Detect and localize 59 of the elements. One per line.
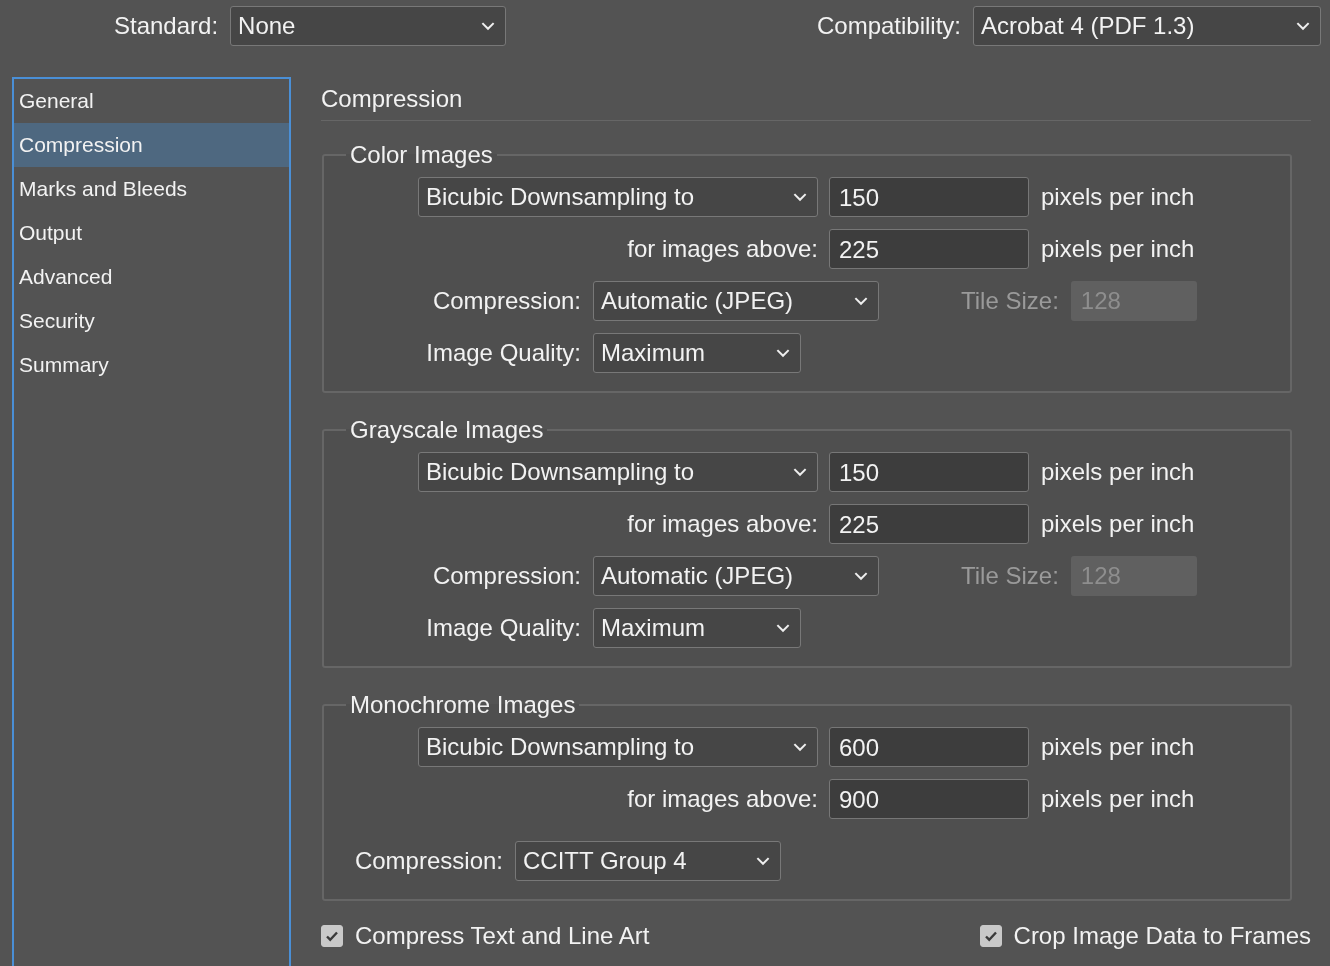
sidebar-item[interactable]: Summary (14, 343, 289, 387)
resolution-field[interactable]: 600 (829, 727, 1029, 767)
sidebar-item[interactable]: Output (14, 211, 289, 255)
threshold-field[interactable]: 225 (829, 504, 1029, 544)
threshold-field[interactable]: 225 (829, 229, 1029, 269)
compression-dropdown[interactable]: Automatic (JPEG) (593, 281, 879, 321)
tile-size-label: Tile Size: (961, 562, 1059, 590)
standard-dropdown[interactable]: None (230, 6, 507, 46)
unit-label: pixels per inch (1041, 183, 1195, 211)
image-quality-label: Image Quality: (426, 614, 581, 641)
compression-label: Compression: (354, 847, 503, 874)
sidebar-item[interactable]: Compression (14, 123, 289, 167)
unit-label: pixels per inch (1041, 510, 1195, 538)
chevron-down-icon (776, 348, 790, 358)
compatibility-label: Compatibility: (816, 12, 961, 40)
checkbox-label: Crop Image Data to Frames (1013, 922, 1311, 950)
group-title: Grayscale Images (349, 416, 545, 444)
chevron-down-icon (756, 856, 770, 866)
chevron-down-icon (793, 467, 807, 477)
unit-label: pixels per inch (1041, 235, 1195, 263)
compression-label: Compression: (432, 287, 581, 314)
sidebar-item[interactable]: General (14, 79, 289, 123)
downsampling-dropdown[interactable]: Bicubic Downsampling to (418, 452, 818, 492)
compression-label: Compression: (432, 562, 581, 589)
compatibility-dropdown[interactable]: Acrobat 4 (PDF 1.3) (973, 6, 1321, 46)
resolution-field[interactable]: 150 (829, 452, 1029, 492)
sidebar-item[interactable]: Marks and Bleeds (14, 167, 289, 211)
checkbox[interactable] (321, 925, 343, 947)
group-title: Monochrome Images (349, 691, 577, 719)
above-label: for images above: (627, 785, 818, 812)
chevron-down-icon (1296, 21, 1310, 31)
chevron-down-icon (793, 192, 807, 202)
above-label: for images above: (627, 510, 818, 537)
unit-label: pixels per inch (1041, 458, 1195, 486)
section-title: Compression (321, 77, 1311, 121)
chevron-down-icon (793, 742, 807, 752)
checkbox-label: Compress Text and Line Art (355, 922, 650, 950)
resolution-field[interactable]: 150 (829, 177, 1029, 217)
chevron-down-icon (776, 623, 790, 633)
standard-label: Standard: (114, 12, 219, 40)
downsampling-dropdown[interactable]: Bicubic Downsampling to (418, 727, 818, 767)
unit-label: pixels per inch (1041, 733, 1195, 761)
image-quality-dropdown[interactable]: Maximum (593, 333, 801, 373)
image-quality-dropdown[interactable]: Maximum (593, 608, 801, 648)
sidebar-item[interactable]: Security (14, 299, 289, 343)
chevron-down-icon (854, 571, 868, 581)
image-quality-label: Image Quality: (426, 339, 581, 366)
compression-dropdown[interactable]: CCITT Group 4 (515, 841, 781, 881)
group-title: Color Images (349, 141, 494, 169)
chevron-down-icon (481, 21, 496, 31)
sidebar-item[interactable]: Advanced (14, 255, 289, 299)
unit-label: pixels per inch (1041, 785, 1195, 813)
checkbox[interactable] (979, 925, 1002, 947)
threshold-field[interactable]: 900 (829, 779, 1029, 819)
compression-dropdown[interactable]: Automatic (JPEG) (593, 556, 879, 596)
tile-size-label: Tile Size: (961, 287, 1059, 315)
chevron-down-icon (854, 296, 868, 306)
above-label: for images above: (627, 235, 818, 262)
downsampling-dropdown[interactable]: Bicubic Downsampling to (418, 177, 818, 217)
